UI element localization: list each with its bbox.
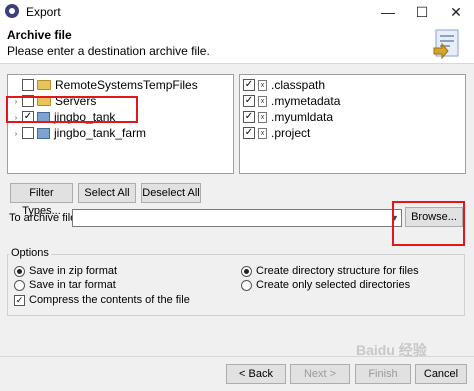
list-item-checkbox[interactable]: ✓ — [243, 127, 255, 139]
dir-structure-option[interactable]: Create directory structure for files — [241, 265, 419, 277]
compress-checkbox[interactable]: ✓ — [14, 294, 25, 306]
tree-item-checkbox[interactable] — [22, 127, 34, 139]
archive-wizard-icon — [433, 29, 459, 60]
save-zip-radio[interactable] — [14, 265, 25, 277]
chevron-right-icon[interactable]: › — [12, 129, 20, 138]
list-item-checkbox[interactable]: ✓ — [243, 79, 255, 91]
dir-structure-radio[interactable] — [241, 265, 252, 277]
eclipse-icon — [5, 4, 19, 18]
tree-item[interactable]: RemoteSystemsTempFiles — [12, 78, 198, 92]
selected-dirs-option[interactable]: Create only selected directories — [241, 279, 410, 291]
save-tar-option[interactable]: Save in tar format — [14, 279, 116, 291]
tree-item[interactable]: › jingbo_tank_farm — [12, 126, 146, 140]
highlight-box-project — [6, 96, 138, 123]
baidu-watermark: Baidu 经验 — [356, 342, 427, 358]
list-item-checkbox[interactable]: ✓ — [243, 111, 255, 123]
dir-structure-label: Create directory structure for files — [256, 265, 419, 277]
page-description: Please enter a destination archive file. — [7, 44, 210, 58]
filter-types-button[interactable]: Filter Types... — [10, 183, 73, 217]
options-title: Options — [9, 247, 51, 259]
save-zip-option[interactable]: Save in zip format — [14, 265, 117, 277]
project-icon — [37, 127, 50, 139]
project-tree[interactable]: RemoteSystemsTempFiles › Servers › ✓ jingbo_t… — [7, 74, 234, 174]
list-item-label: .project — [271, 126, 311, 140]
finish-button[interactable]: Finish — [355, 364, 411, 384]
list-item[interactable]: ✓ x .classpath — [243, 78, 325, 92]
page-title: Archive file — [7, 28, 72, 42]
cancel-button[interactable]: Cancel — [415, 364, 467, 384]
compress-label: Compress the contents of the file — [29, 294, 190, 306]
save-tar-radio[interactable] — [14, 279, 25, 291]
list-item[interactable]: ✓ x .myumldata — [243, 110, 333, 124]
compress-option[interactable]: ✓ Compress the contents of the file — [14, 294, 190, 306]
archive-file-combo[interactable]: ▼ — [72, 209, 402, 227]
file-icon: x — [258, 79, 267, 91]
tree-item-checkbox[interactable] — [22, 79, 34, 91]
maximize-button[interactable]: ☐ — [410, 2, 434, 22]
save-zip-label: Save in zip format — [29, 265, 118, 277]
list-item-label: .classpath — [271, 78, 326, 92]
tree-item-label: RemoteSystemsTempFiles — [55, 78, 198, 92]
close-button[interactable]: ✕ — [444, 2, 468, 22]
list-item[interactable]: ✓ x .project — [243, 126, 310, 140]
minimize-button[interactable]: — — [376, 2, 400, 22]
select-all-button[interactable]: Select All — [78, 183, 136, 203]
file-icon: x — [258, 95, 267, 107]
save-tar-label: Save in tar format — [29, 279, 116, 291]
selected-dirs-radio[interactable] — [241, 279, 252, 291]
wizard-header: Archive file Please enter a destination … — [0, 24, 474, 64]
file-list[interactable]: ✓ x .classpath ✓ x .mymetadata ✓ x .myumldata ✓ x.… — [239, 74, 466, 174]
list-item-checkbox[interactable]: ✓ — [243, 95, 255, 107]
folder-icon — [37, 80, 51, 90]
selected-dirs-label: Create only selected directories — [256, 279, 411, 291]
highlight-box-browse — [392, 201, 465, 246]
file-icon: x — [258, 111, 267, 123]
list-item-label: .mymetadata — [271, 94, 341, 108]
window-title: Export — [26, 5, 61, 19]
deselect-all-button[interactable]: Deselect All — [141, 183, 201, 203]
title-bar: Export — ☐ ✕ — [0, 0, 474, 24]
list-item-label: .myumldata — [271, 110, 334, 124]
back-button[interactable]: < Back — [226, 364, 286, 384]
file-icon: x — [258, 127, 267, 139]
next-button[interactable]: Next > — [290, 364, 350, 384]
list-item[interactable]: ✓ x .mymetadata — [243, 94, 340, 108]
wizard-footer: < Back Next > Finish Cancel — [0, 356, 474, 391]
tree-item-label: jingbo_tank_farm — [54, 126, 147, 140]
archive-file-label: To archive file: — [9, 212, 80, 224]
